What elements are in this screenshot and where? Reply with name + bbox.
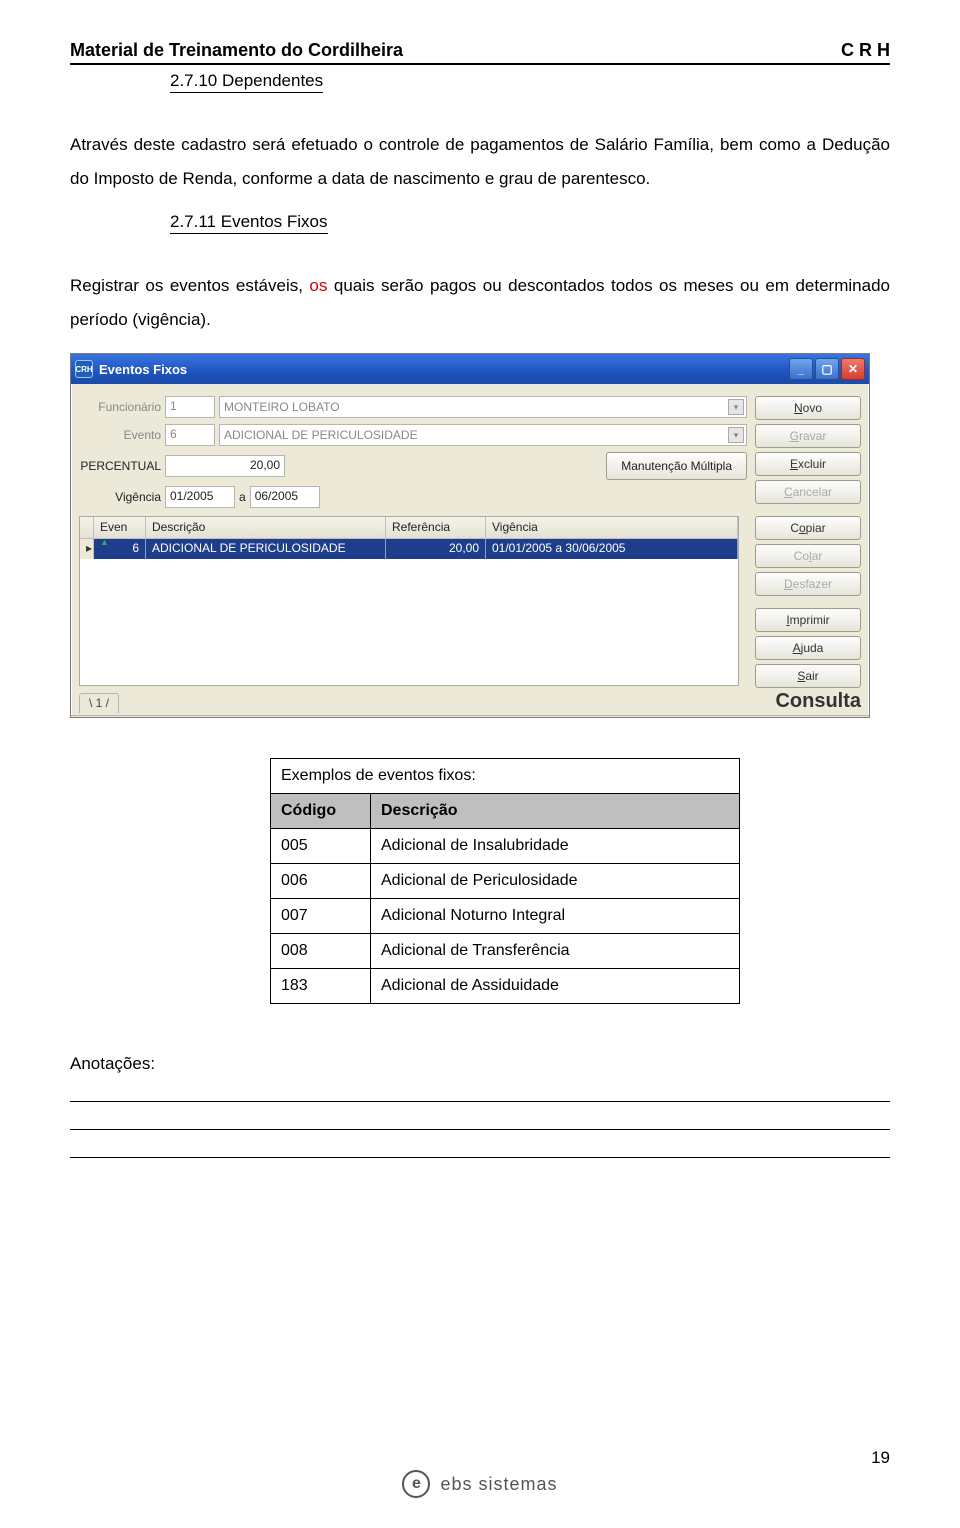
table-row: 183Adicional de Assiduidade <box>271 969 740 1004</box>
pager-tab[interactable]: \ 1 / <box>79 693 119 713</box>
examples-table: Exemplos de eventos fixos: Código Descri… <box>270 758 740 1004</box>
page-number: 19 <box>871 1448 890 1468</box>
vigencia-to[interactable]: 06/2005 <box>250 486 320 508</box>
cell-vig: 01/01/2005 a 30/06/2005 <box>486 539 738 559</box>
cancelar-button[interactable]: Cancelar <box>755 480 861 504</box>
window-title: Eventos Fixos <box>99 362 789 377</box>
chevron-down-icon[interactable]: ▾ <box>728 427 744 443</box>
maximize-button[interactable]: ▢ <box>815 358 839 380</box>
copiar-button[interactable]: Copiar <box>755 516 861 540</box>
col-even[interactable]: Even ▲ <box>94 517 146 538</box>
section1-paragraph: Através deste cadastro será efetuado o c… <box>70 128 890 196</box>
manutencao-multipla-button[interactable]: Manutenção Múltipla <box>606 452 747 480</box>
col-codigo: Código <box>271 794 371 829</box>
col-descricao-ex: Descrição <box>371 794 740 829</box>
label-vigencia: Vigência <box>79 490 161 504</box>
novo-button[interactable]: Novo <box>755 396 861 420</box>
evento-name-combo[interactable]: ADICIONAL DE PERICULOSIDADE ▾ <box>219 424 747 446</box>
note-line <box>70 1102 890 1130</box>
label-funcionario: Funcionário <box>79 400 161 414</box>
cell-desc: ADICIONAL DE PERICULOSIDADE <box>146 539 386 559</box>
app-icon: CRH <box>75 360 93 378</box>
ebs-logo-icon: e <box>402 1470 430 1498</box>
label-percentual: PERCENTUAL <box>79 459 161 473</box>
table-row: 007Adicional Noturno Integral <box>271 899 740 934</box>
excluir-button[interactable]: Excluir <box>755 452 861 476</box>
section2-paragraph: Registrar os eventos estáveis, os quais … <box>70 269 890 337</box>
colar-button[interactable]: Colar <box>755 544 861 568</box>
gravar-button[interactable]: Gravar <box>755 424 861 448</box>
header-right: C R H <box>841 40 890 61</box>
imprimir-button[interactable]: Imprimir <box>755 608 861 632</box>
evento-code[interactable]: 6 <box>165 424 215 446</box>
label-a: a <box>239 490 246 504</box>
red-text: os <box>309 276 327 295</box>
funcionario-code[interactable]: 1 <box>165 396 215 418</box>
funcionario-name: MONTEIRO LOBATO <box>220 400 728 414</box>
examples-title: Exemplos de eventos fixos: <box>271 759 740 794</box>
note-line <box>70 1130 890 1158</box>
table-row: 006Adicional de Periculosidade <box>271 864 740 899</box>
label-evento: Evento <box>79 428 161 442</box>
grid-header: Even ▲ Descrição Referência Vigência <box>80 517 738 539</box>
section-heading-1: 2.7.10 Dependentes <box>170 71 323 93</box>
eventos-grid[interactable]: Even ▲ Descrição Referência Vigência ▸ 6… <box>79 516 739 686</box>
col-vigencia[interactable]: Vigência <box>486 517 738 538</box>
vigencia-from[interactable]: 01/2005 <box>165 486 235 508</box>
cell-ref: 20,00 <box>386 539 486 559</box>
table-row: 008Adicional de Transferência <box>271 934 740 969</box>
ajuda-button[interactable]: Ajuda <box>755 636 861 660</box>
minimize-button[interactable]: _ <box>789 358 813 380</box>
col-descricao[interactable]: Descrição <box>146 517 386 538</box>
footer-brand: ebs sistemas <box>440 1474 557 1495</box>
cell-even: 6 <box>94 539 146 559</box>
side-button-panel: Novo Gravar Excluir Cancelar Copiar Cola… <box>755 396 861 690</box>
note-line <box>70 1074 890 1102</box>
desfazer-button[interactable]: Desfazer <box>755 572 861 596</box>
grid-row-selected[interactable]: ▸ 6 ADICIONAL DE PERICULOSIDADE 20,00 01… <box>80 539 738 559</box>
chevron-down-icon[interactable]: ▾ <box>728 399 744 415</box>
anotacoes-label: Anotações: <box>70 1054 890 1074</box>
footer: e ebs sistemas <box>70 1470 890 1498</box>
percentual-input[interactable]: 20,00 <box>165 455 285 477</box>
form-area: Funcionário 1 MONTEIRO LOBATO ▾ Evento 6… <box>79 396 747 690</box>
close-button[interactable]: ✕ <box>841 358 865 380</box>
col-referencia[interactable]: Referência <box>386 517 486 538</box>
funcionario-name-combo[interactable]: MONTEIRO LOBATO ▾ <box>219 396 747 418</box>
header-left: Material de Treinamento do Cordilheira <box>70 40 403 61</box>
sair-button[interactable]: Sair <box>755 664 861 688</box>
evento-name: ADICIONAL DE PERICULOSIDADE <box>220 428 728 442</box>
titlebar: CRH Eventos Fixos _ ▢ ✕ <box>71 354 869 384</box>
mode-label: Consulta <box>775 690 861 713</box>
eventos-fixos-window: CRH Eventos Fixos _ ▢ ✕ Funcionário 1 MO… <box>70 353 870 718</box>
table-row: 005Adicional de Insalubridade <box>271 829 740 864</box>
section-heading-2: 2.7.11 Eventos Fixos <box>170 212 328 234</box>
